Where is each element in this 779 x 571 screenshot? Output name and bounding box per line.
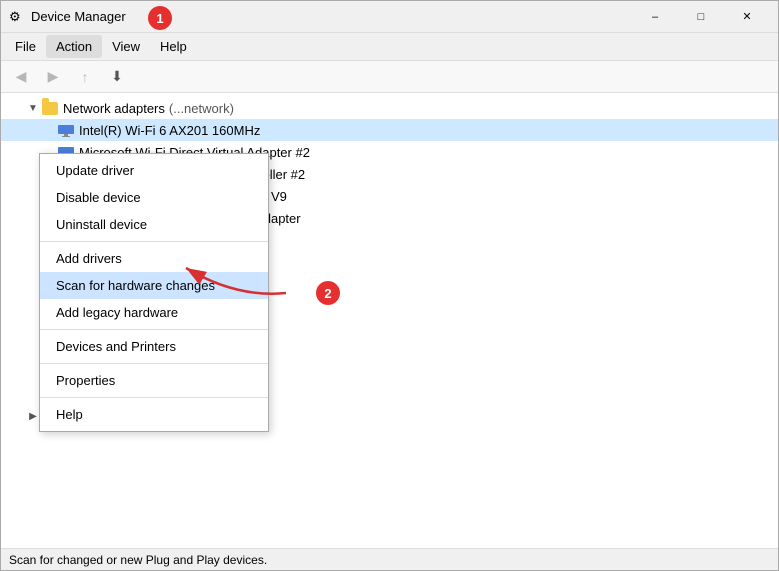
dropdown-uninstall-device[interactable]: Uninstall device (40, 211, 268, 238)
menu-help[interactable]: Help (150, 35, 197, 58)
close-button[interactable]: ✕ (724, 1, 770, 33)
dropdown-add-legacy[interactable]: Add legacy hardware (40, 299, 268, 326)
scan-button[interactable]: ⬇ (103, 65, 131, 89)
window-controls: – □ ✕ (632, 1, 770, 33)
menu-action[interactable]: Action (46, 35, 102, 58)
no-expander (41, 122, 57, 138)
expand-icon[interactable]: ▼ (25, 100, 41, 116)
separator-1 (40, 241, 268, 242)
dropdown-properties[interactable]: Properties (40, 367, 268, 394)
annotation-badge-2: 2 (316, 281, 340, 305)
status-text: Scan for changed or new Plug and Play de… (9, 553, 267, 567)
annotation-badge-1: 1 (148, 6, 172, 30)
toolbar: ◀ ▶ ↑ ⬇ (1, 61, 778, 93)
app-icon: ⚙ (9, 9, 25, 25)
menu-view[interactable]: View (102, 35, 150, 58)
tree-item-intel-wifi[interactable]: Intel(R) Wi-Fi 6 AX201 160MHz (1, 119, 778, 141)
separator-2 (40, 329, 268, 330)
folder-icon (41, 99, 59, 117)
dropdown-scan-hardware[interactable]: Scan for hardware changes (40, 272, 268, 299)
separator-3 (40, 363, 268, 364)
dropdown-disable-device[interactable]: Disable device (40, 184, 268, 211)
content-area: ▼ Network adapters (...network) Intel(R)… (1, 93, 778, 548)
dropdown-add-drivers[interactable]: Add drivers (40, 245, 268, 272)
dropdown-devices-printers[interactable]: Devices and Printers (40, 333, 268, 360)
forward-button[interactable]: ▶ (39, 65, 67, 89)
dropdown-help[interactable]: Help (40, 401, 268, 428)
action-dropdown-menu: Update driver Disable device Uninstall d… (39, 153, 269, 432)
back-button[interactable]: ◀ (7, 65, 35, 89)
menu-file[interactable]: File (5, 35, 46, 58)
status-bar: Scan for changed or new Plug and Play de… (1, 548, 778, 570)
title-bar: ⚙ Device Manager 1 – □ ✕ (1, 1, 778, 33)
tree-item-network-header[interactable]: ▼ Network adapters (...network) (1, 97, 778, 119)
menu-bar: File Action View Help (1, 33, 778, 61)
maximize-button[interactable]: □ (678, 1, 724, 33)
window-title: Device Manager (31, 9, 632, 24)
minimize-button[interactable]: – (632, 1, 678, 33)
up-button[interactable]: ↑ (71, 65, 99, 89)
network-icon (57, 121, 75, 139)
separator-4 (40, 397, 268, 398)
dropdown-update-driver[interactable]: Update driver (40, 157, 268, 184)
main-window: ⚙ Device Manager 1 – □ ✕ File Action Vie… (0, 0, 779, 571)
